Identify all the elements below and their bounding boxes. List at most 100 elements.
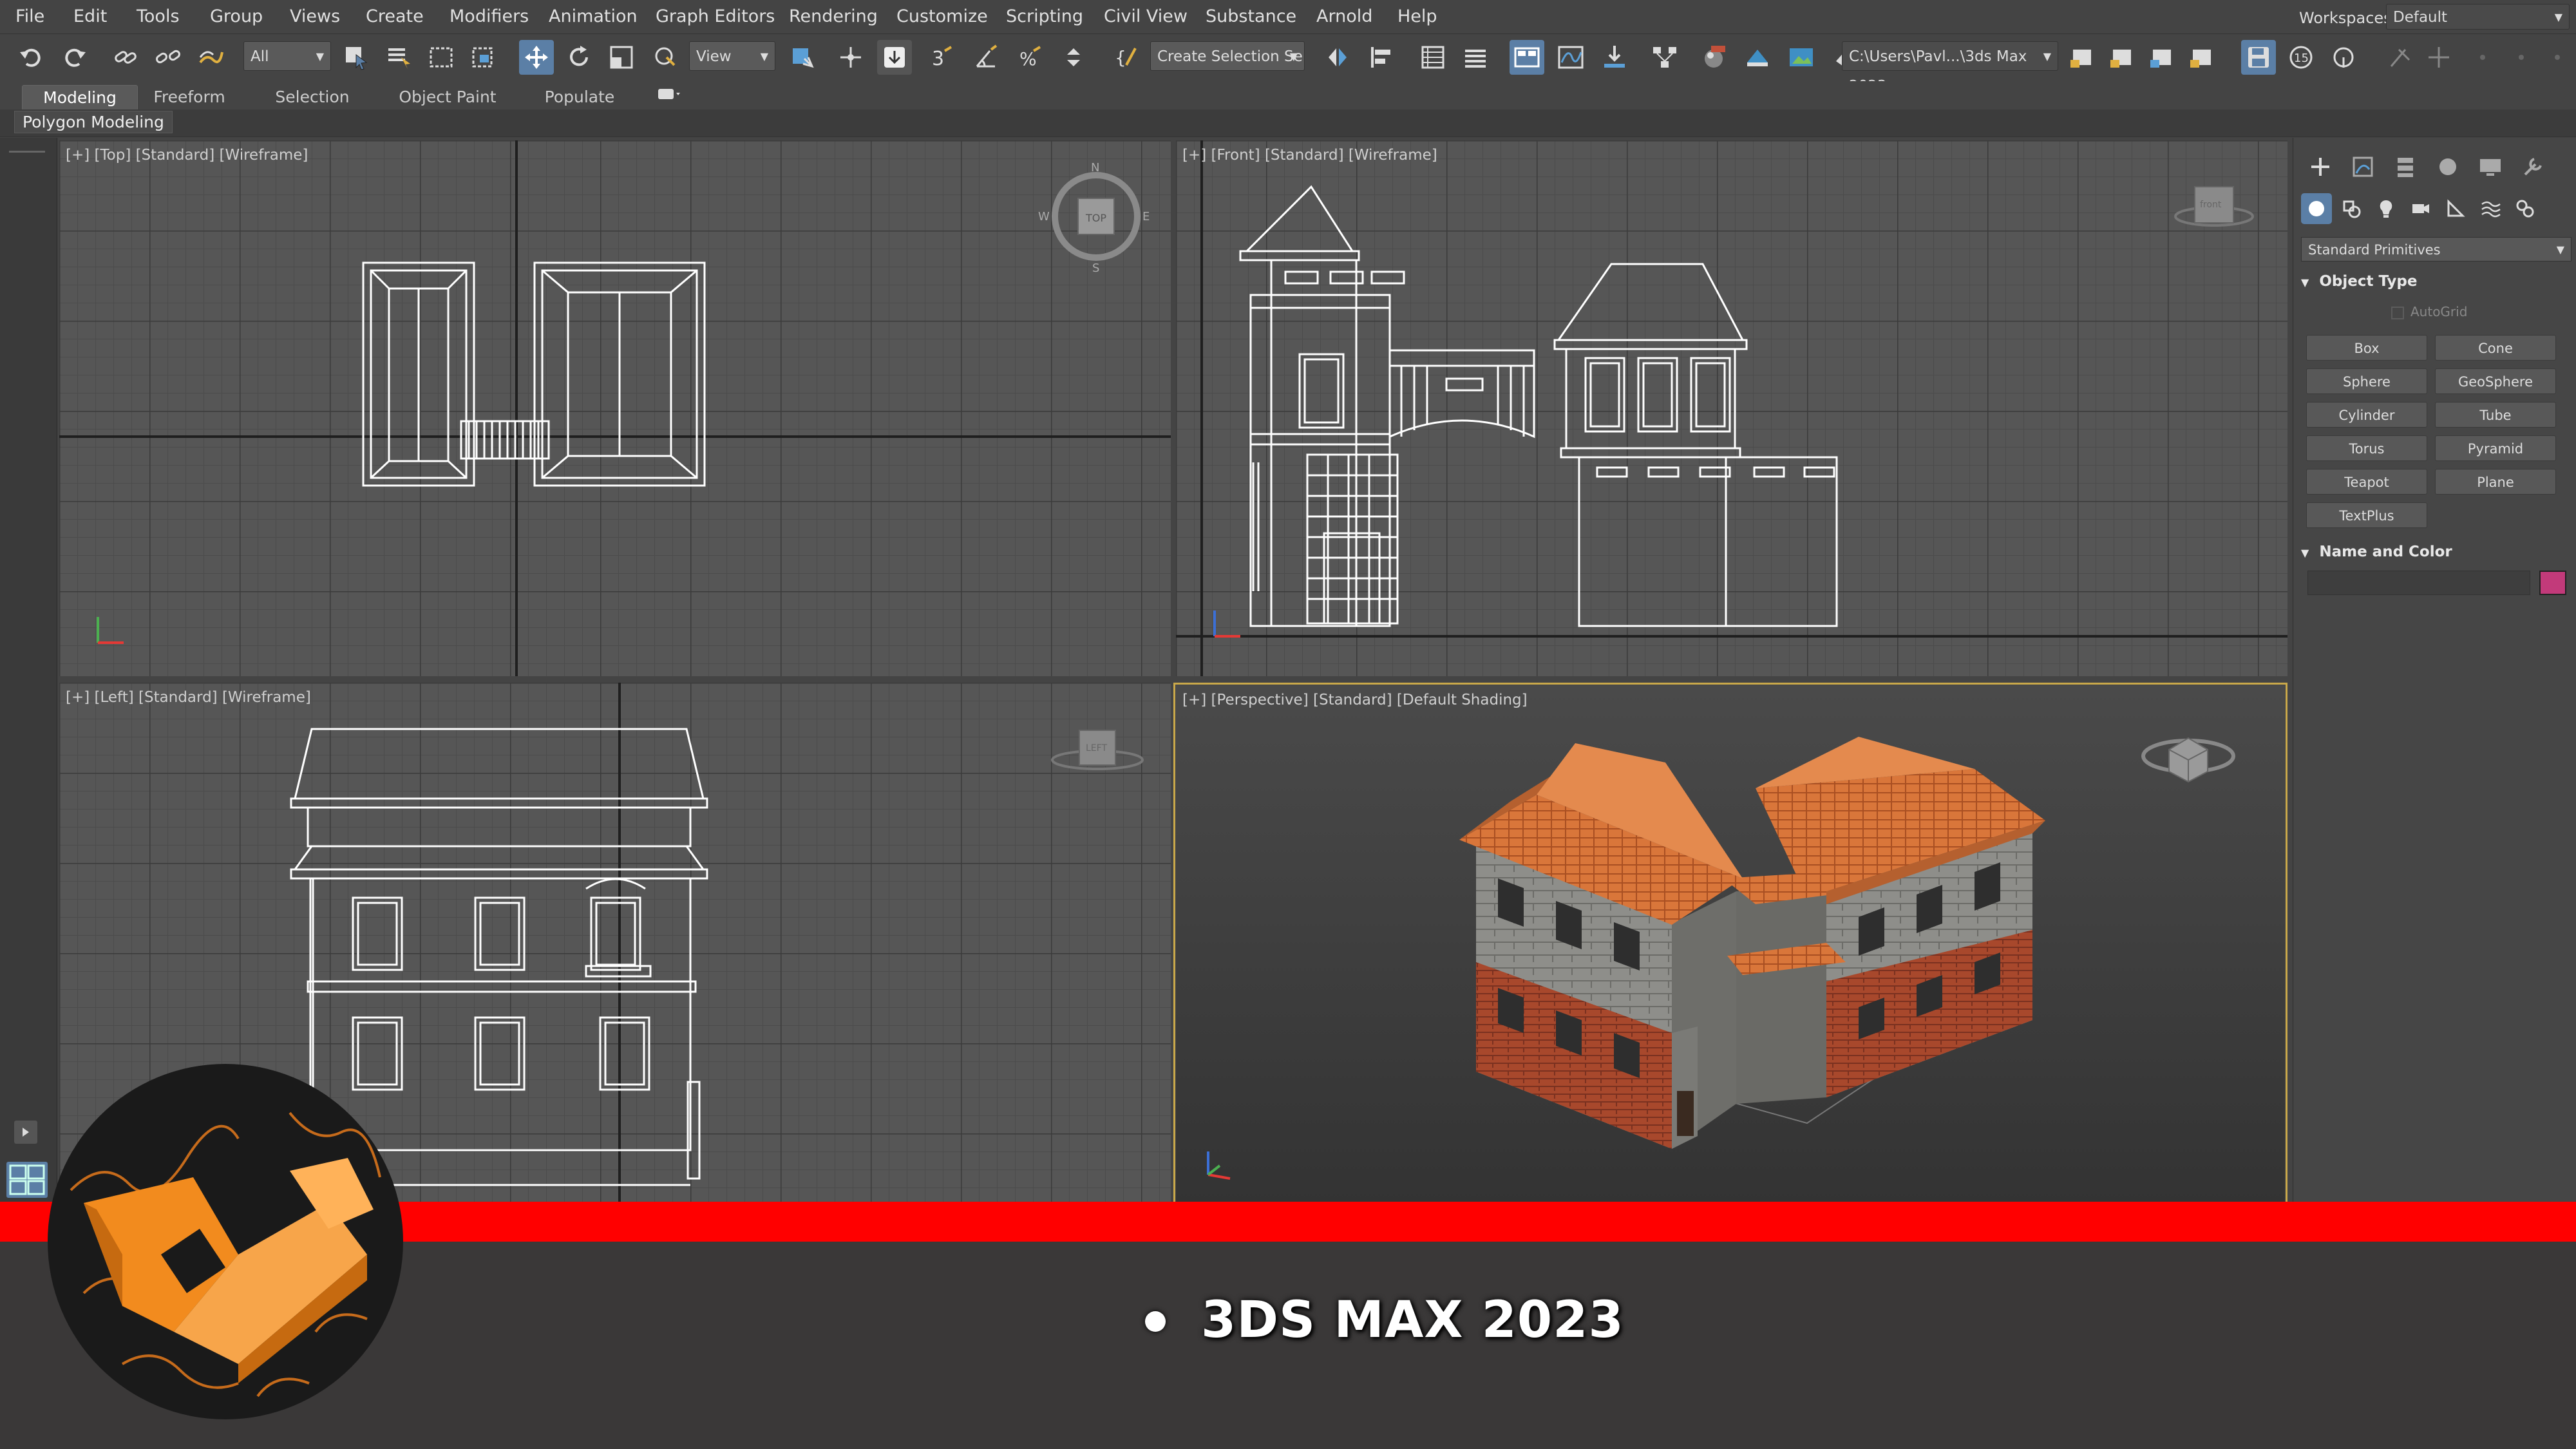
rendered-frame-icon[interactable] <box>1784 40 1819 75</box>
spacewarps-icon[interactable] <box>2475 193 2506 224</box>
schematic-view-icon[interactable] <box>1647 40 1682 75</box>
cameras-icon[interactable] <box>2405 193 2436 224</box>
menu-group[interactable]: Group <box>210 6 263 26</box>
viewport-front[interactable]: front [+] [Front] [Standard] [Wireframe] <box>1176 140 2287 676</box>
asset-tracking-icon[interactable] <box>2184 40 2219 75</box>
autosave-icon[interactable] <box>2241 40 2276 75</box>
viewport-perspective[interactable]: [+] [Perspective] [Standard] [Default Sh… <box>1176 685 2285 1204</box>
hierarchy-tab-icon[interactable] <box>2387 151 2423 183</box>
ribbon-tab-modeling[interactable]: Modeling <box>22 85 138 111</box>
open-file-icon[interactable] <box>2065 40 2099 75</box>
motion-tab-icon[interactable] <box>2430 151 2466 183</box>
mirror-icon[interactable] <box>1320 40 1355 75</box>
primitive-cylinder-button[interactable]: Cylinder <box>2306 402 2427 428</box>
polygon-modeling-label[interactable]: Polygon Modeling <box>14 111 173 133</box>
utilities-tab-icon[interactable] <box>2515 151 2551 183</box>
primitive-sphere-button[interactable]: Sphere <box>2306 368 2427 394</box>
redo-icon[interactable] <box>57 40 91 75</box>
create-tab-icon[interactable] <box>2302 151 2338 183</box>
helpers-icon[interactable] <box>2440 193 2471 224</box>
menu-tools[interactable]: Tools <box>137 6 180 26</box>
percent-snap-icon[interactable]: % <box>1012 40 1047 75</box>
primitive-textplus-button[interactable]: TextPlus <box>2306 502 2427 528</box>
brush-tool-icon[interactable] <box>2383 40 2418 75</box>
selection-set-dropdown[interactable]: Create Selection Se ▼ <box>1150 41 1305 71</box>
select-manipulate-icon[interactable] <box>833 40 868 75</box>
ribbon-options-icon[interactable] <box>650 85 689 109</box>
expand-panel-icon[interactable] <box>14 1121 37 1144</box>
primitive-cone-button[interactable]: Cone <box>2435 335 2556 361</box>
align-icon[interactable] <box>1364 40 1399 75</box>
ribbon-tab-freeform[interactable]: Freeform <box>142 85 237 109</box>
project-path-dropdown[interactable]: C:\Users\Pavl...\3ds Max 2023 ▼ <box>1842 41 2058 95</box>
menu-customize[interactable]: Customize <box>896 6 988 26</box>
primitive-geosphere-button[interactable]: GeoSphere <box>2435 368 2556 394</box>
primitive-plane-button[interactable]: Plane <box>2435 469 2556 495</box>
material-editor-icon[interactable] <box>1696 40 1731 75</box>
viewport-front-label[interactable]: [+] [Front] [Standard] [Wireframe] <box>1182 147 1437 164</box>
snaps-toggle-icon[interactable]: 3 <box>925 40 960 75</box>
ref-coord-dropdown[interactable]: View ▼ <box>689 41 775 71</box>
menu-substance[interactable]: Substance <box>1206 6 1296 26</box>
object-name-field[interactable] <box>2307 571 2530 595</box>
menu-create[interactable]: Create <box>366 6 424 26</box>
angle-snap-icon[interactable] <box>969 40 1003 75</box>
systems-icon[interactable] <box>2510 193 2541 224</box>
ribbon-tab-populate[interactable]: Populate <box>528 85 631 109</box>
scene-explorer-icon[interactable] <box>1416 40 1450 75</box>
rollout-name-and-color[interactable]: ▼ Name and Color <box>2301 544 2571 560</box>
window-crossing-icon[interactable] <box>466 40 501 75</box>
primitive-teapot-button[interactable]: Teapot <box>2306 469 2427 495</box>
toggle-ribbon-icon[interactable] <box>1510 40 1544 75</box>
ribbon-tab-object-paint[interactable]: Object Paint <box>393 85 502 109</box>
display-tab-icon[interactable] <box>2472 151 2508 183</box>
menu-rendering[interactable]: Rendering <box>789 6 878 26</box>
select-by-name-icon[interactable] <box>381 40 416 75</box>
autogrid-checkbox[interactable] <box>2391 307 2404 319</box>
rect-selection-icon[interactable] <box>424 40 459 75</box>
menu-animation[interactable]: Animation <box>549 6 638 26</box>
render-setup-icon[interactable] <box>1740 40 1775 75</box>
primitive-torus-button[interactable]: Torus <box>2306 435 2427 461</box>
menu-help[interactable]: Help <box>1397 6 1437 26</box>
spinner-snap-icon[interactable] <box>1056 40 1091 75</box>
menu-edit[interactable]: Edit <box>73 6 107 26</box>
select-rotate-icon[interactable] <box>562 40 596 75</box>
keyboard-shortcut-icon[interactable] <box>877 40 912 75</box>
viewport-perspective-label[interactable]: [+] [Perspective] [Standard] [Default Sh… <box>1182 692 1528 708</box>
save-file-icon[interactable] <box>2105 40 2139 75</box>
menu-file[interactable]: File <box>15 6 44 26</box>
undo-icon[interactable] <box>14 40 49 75</box>
select-object-icon[interactable] <box>339 40 374 75</box>
geometry-icon[interactable] <box>2301 193 2332 224</box>
primitive-pyramid-button[interactable]: Pyramid <box>2435 435 2556 461</box>
primitive-box-button[interactable]: Box <box>2306 335 2427 361</box>
modify-tab-icon[interactable] <box>2345 151 2381 183</box>
menu-arnold[interactable]: Arnold <box>1316 6 1372 26</box>
viewport-top[interactable]: TOP N E S W [+] [Top] [Standard] [Wirefr… <box>59 140 1171 676</box>
dope-sheet-icon[interactable] <box>1597 40 1632 75</box>
object-color-swatch[interactable] <box>2539 571 2566 595</box>
primitive-tube-button[interactable]: Tube <box>2435 402 2556 428</box>
archive-file-icon[interactable] <box>2145 40 2179 75</box>
viewport-layout-icon[interactable] <box>6 1162 48 1198</box>
selection-filter-dropdown[interactable]: All ▼ <box>243 41 331 71</box>
viewport-left-label[interactable]: [+] [Left] [Standard] [Wireframe] <box>66 689 311 706</box>
menu-scripting[interactable]: Scripting <box>1006 6 1083 26</box>
use-pivot-icon[interactable] <box>784 40 819 75</box>
ribbon-tab-selection[interactable]: Selection <box>264 85 361 109</box>
lights-icon[interactable] <box>2371 193 2401 224</box>
shapes-icon[interactable] <box>2336 193 2367 224</box>
select-move-icon[interactable] <box>519 40 554 75</box>
select-scale-icon[interactable] <box>604 40 639 75</box>
menu-views[interactable]: Views <box>290 6 340 26</box>
viewport-top-label[interactable]: [+] [Top] [Standard] [Wireframe] <box>66 147 308 164</box>
sync-icon[interactable] <box>2326 40 2361 75</box>
curve-editor-icon[interactable] <box>1553 40 1588 75</box>
menu-graph-editors[interactable]: Graph Editors <box>656 6 775 26</box>
workspace-dropdown[interactable]: Default ▼ <box>2386 4 2570 30</box>
category-dropdown[interactable]: Standard Primitives ▼ <box>2301 237 2571 261</box>
unlink-icon[interactable] <box>151 40 185 75</box>
rollout-object-type[interactable]: ▼ Object Type <box>2301 273 2571 290</box>
bind-spacewarp-icon[interactable] <box>193 40 228 75</box>
